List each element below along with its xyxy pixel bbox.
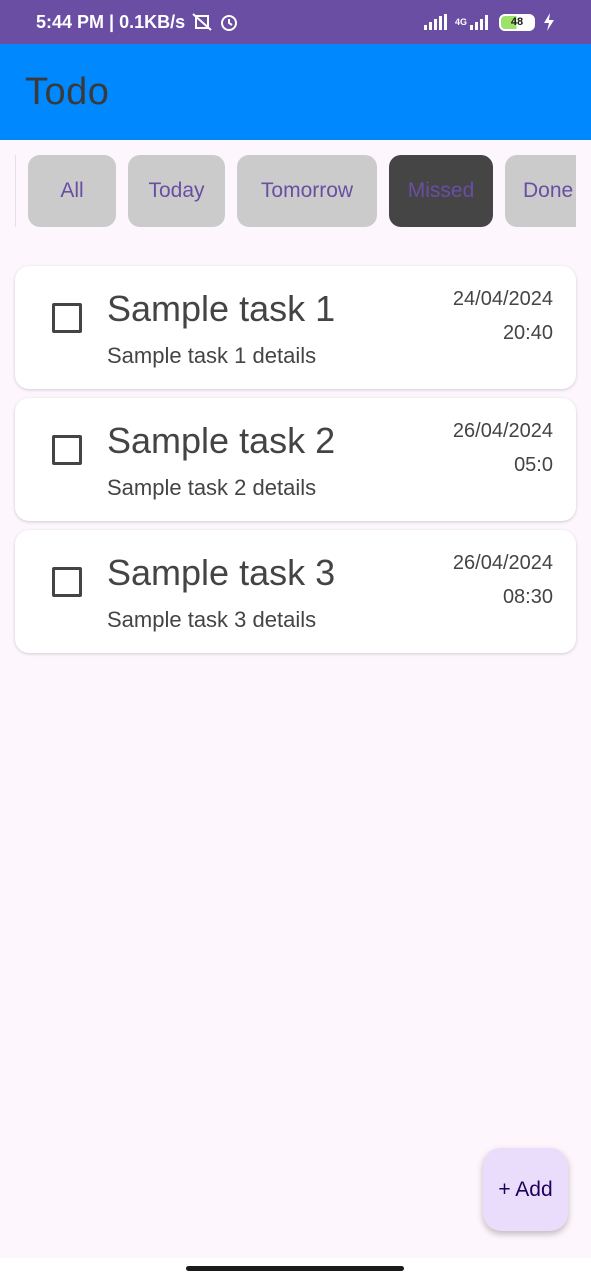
app-title: Todo [25,70,110,113]
task-checkbox[interactable] [52,303,82,333]
filter-chip-done[interactable]: Done [505,155,576,227]
gesture-bar [0,1258,591,1280]
task-date: 26/04/2024 [452,420,553,442]
add-button-label: + Add [498,1177,553,1201]
network-label: 4G [454,17,467,27]
screen: 5:44 PM | 0.1KB/s 4G 48 Todo All Today T… [0,0,591,1280]
alarm-icon [219,12,239,32]
app-bar: Todo [0,44,591,140]
task-list: Sample task 1 Sample task 1 details 24/0… [15,266,576,662]
battery-icon: 48 [499,13,535,31]
battery-level: 48 [510,16,524,28]
task-card[interactable]: Sample task 1 Sample task 1 details 24/0… [15,266,576,389]
status-right: 4G 48 [423,13,555,31]
task-card[interactable]: Sample task 3 Sample task 3 details 26/0… [15,530,576,653]
home-gesture-handle[interactable] [186,1266,404,1271]
task-time: 08:30 [502,586,553,608]
filter-chip-today[interactable]: Today [128,155,225,227]
task-card[interactable]: Sample task 2 Sample task 2 details 26/0… [15,398,576,521]
filter-chip-label: Today [148,179,205,202]
filter-chip-tomorrow[interactable]: Tomorrow [237,155,377,227]
task-details: Sample task 2 details [107,475,317,500]
task-checkbox[interactable] [52,435,82,465]
task-title: Sample task 1 [107,288,336,329]
signal-icon [423,14,447,30]
add-task-button[interactable]: + Add [483,1148,568,1231]
charging-icon [543,13,555,31]
status-bar: 5:44 PM | 0.1KB/s 4G 48 [0,0,591,44]
task-details: Sample task 1 details [107,343,317,368]
filter-chip-label: Done [523,179,574,202]
status-time-speed: 5:44 PM | 0.1KB/s [36,11,186,32]
task-time: 05:0 [514,454,553,476]
4g-signal-icon: 4G [455,14,491,30]
filter-chip-missed[interactable]: Missed [389,155,493,227]
filter-chip-label: All [60,179,84,202]
task-title: Sample task 2 [107,420,336,461]
task-date: 24/04/2024 [452,288,553,310]
filter-row[interactable]: All Today Tomorrow Missed Done [15,155,576,227]
task-date: 26/04/2024 [452,552,553,574]
mute-vibrate-icon [191,12,213,32]
filter-chip-label: Missed [407,179,475,202]
filter-chip-label: Tomorrow [260,179,354,202]
task-title: Sample task 3 [107,552,336,593]
status-left: 5:44 PM | 0.1KB/s [36,12,239,33]
filter-chip-all[interactable]: All [28,155,116,227]
task-time: 20:40 [502,322,553,344]
task-checkbox[interactable] [52,567,82,597]
task-details: Sample task 3 details [107,607,317,632]
